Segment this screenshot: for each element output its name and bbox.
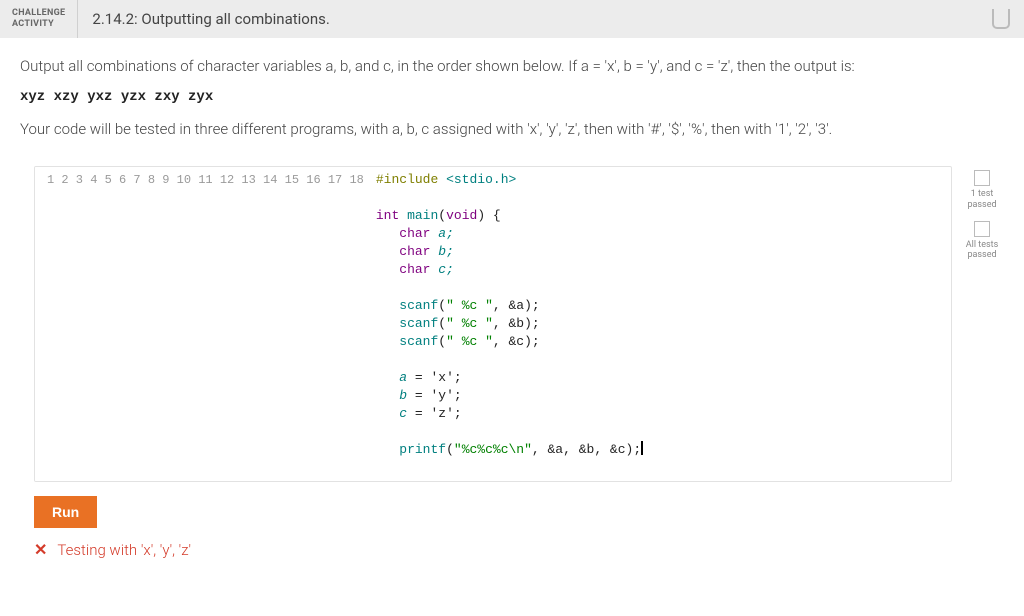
challenge-activity-label: CHALLENGE ACTIVITY — [0, 0, 78, 38]
code-editor[interactable]: 1 2 3 4 5 6 7 8 9 10 11 12 13 14 15 16 1… — [34, 166, 952, 482]
activity-title: 2.14.2: Outputting all combinations. — [78, 0, 343, 38]
test-result-text: Testing with 'x', 'y', 'z' — [57, 541, 191, 559]
run-button[interactable]: Run — [34, 496, 97, 528]
content-area: Output all combinations of character var… — [0, 38, 1024, 569]
instructions-line-1: Output all combinations of character var… — [20, 56, 1004, 77]
line-number-gutter: 1 2 3 4 5 6 7 8 9 10 11 12 13 14 15 16 1… — [35, 167, 372, 481]
label-line-2: ACTIVITY — [12, 19, 65, 30]
status-all-tests: All tests passed — [960, 221, 1004, 262]
example-output: xyz xzy yxz yzx zxy zyx — [20, 89, 1004, 105]
checkbox-icon — [974, 221, 990, 237]
status-one-test: 1 test passed — [960, 170, 1004, 211]
bookmark-area — [992, 0, 1024, 38]
status-column: 1 test passed All tests passed — [960, 166, 1004, 271]
status-all-tests-label: All tests passed — [960, 240, 1004, 262]
editor-and-status-row: 1 2 3 4 5 6 7 8 9 10 11 12 13 14 15 16 1… — [20, 166, 1004, 559]
checkbox-icon — [974, 170, 990, 186]
status-one-test-label: 1 test passed — [960, 189, 1004, 211]
run-row: Run — [34, 496, 952, 528]
instructions-line-2: Your code will be tested in three differ… — [20, 119, 1004, 140]
fail-icon: ✕ — [34, 540, 47, 559]
bookmark-icon[interactable] — [992, 9, 1010, 29]
code-area[interactable]: #include <stdio.h> int main(void) { char… — [372, 167, 643, 481]
editor-block: 1 2 3 4 5 6 7 8 9 10 11 12 13 14 15 16 1… — [20, 166, 952, 559]
label-line-1: CHALLENGE — [12, 8, 65, 19]
activity-header: CHALLENGE ACTIVITY 2.14.2: Outputting al… — [0, 0, 1024, 38]
test-result-row: ✕ Testing with 'x', 'y', 'z' — [34, 540, 952, 559]
